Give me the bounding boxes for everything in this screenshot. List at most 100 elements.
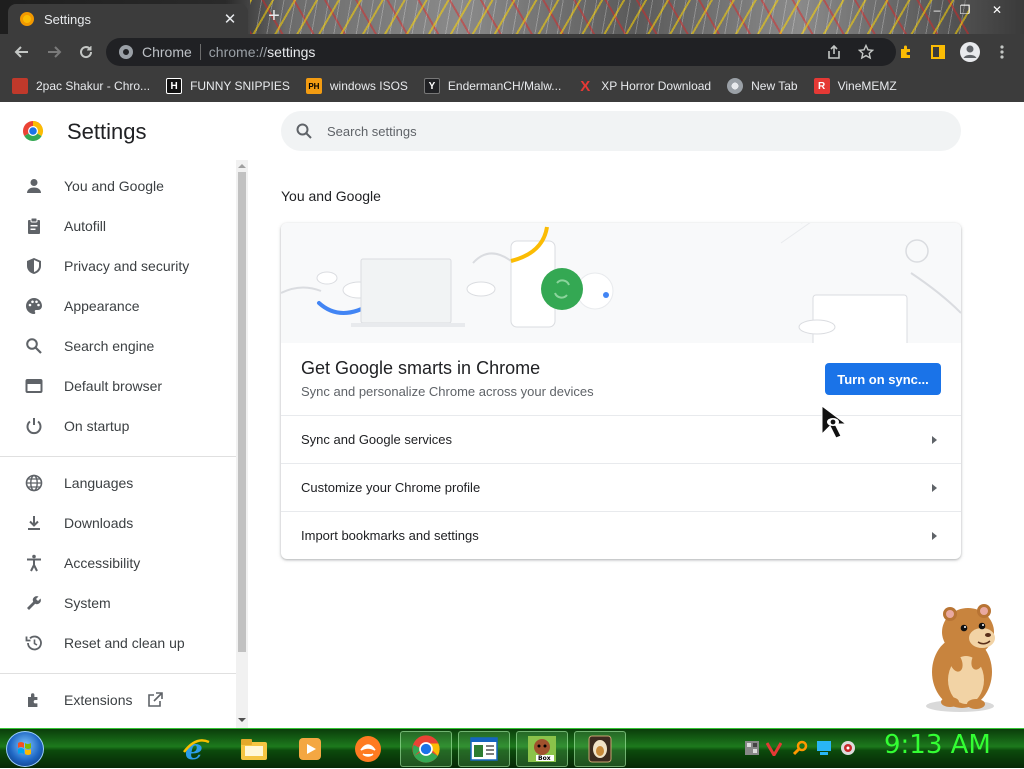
sidebar-scrollbar-thumb[interactable] — [238, 172, 246, 652]
browser-toolbar: Chrome chrome://settings — [0, 34, 1024, 70]
bookmark-xp-horror[interactable]: X XP Horror Download — [577, 77, 712, 95]
sidebar-item-languages[interactable]: Languages — [0, 463, 236, 503]
row-customize-profile[interactable]: Customize your Chrome profile — [281, 463, 961, 511]
taskbar-bonzi-box[interactable]: Box — [516, 731, 568, 767]
internet-explorer-icon: e — [183, 734, 210, 764]
maximize-button[interactable]: ❐ — [952, 2, 978, 18]
sidebar-item-downloads[interactable]: Downloads — [0, 503, 236, 543]
wrench-icon — [22, 591, 46, 615]
new-tab-button[interactable]: + — [262, 6, 286, 28]
star-icon[interactable] — [854, 40, 878, 64]
sidebar-item-extensions[interactable]: Extensions — [0, 680, 236, 720]
taskbar-media-player[interactable] — [284, 731, 336, 767]
bookmark-label: EndermanCH/Malw... — [447, 79, 562, 93]
chrome-logo-icon — [23, 121, 43, 141]
reload-icon[interactable] — [74, 40, 98, 64]
url-scheme: chrome:// — [208, 44, 268, 60]
sidebar-item-on-startup[interactable]: On startup — [0, 406, 236, 446]
page-title: Settings — [67, 119, 147, 144]
taskbar-egg-app[interactable] — [574, 731, 626, 767]
sidebar-item-label: Accessibility — [64, 555, 141, 571]
bookmark-windows-isos[interactable]: PH windows ISOS — [305, 78, 408, 94]
bookmark-new-tab[interactable]: New Tab — [727, 78, 798, 94]
windows-taskbar — [0, 728, 1024, 768]
sidebar-item-label: Languages — [64, 475, 134, 491]
browser-window-icon — [22, 374, 46, 398]
sidebar-item-you-and-google[interactable]: You and Google — [0, 166, 236, 206]
scroll-down-icon[interactable] — [237, 716, 247, 724]
bookmark-label: 2pac Shakur - Chro... — [36, 79, 151, 93]
volume-icon[interactable] — [840, 740, 856, 756]
sidebar-item-appearance[interactable]: Appearance — [0, 286, 236, 326]
bookmark-vinememz[interactable]: R VineMEMZ — [813, 78, 897, 94]
chevron-right-icon — [932, 435, 937, 444]
sidebar-item-label: You and Google — [64, 178, 164, 194]
taskbar-document-viewer[interactable] — [458, 731, 510, 767]
hamster-mascot-icon — [926, 604, 995, 712]
sidebar-item-label: Autofill — [64, 218, 107, 234]
taskbar-chrome[interactable] — [400, 731, 452, 767]
antivirus-v-icon[interactable] — [766, 740, 782, 756]
search-icon — [22, 334, 46, 358]
sidebar-item-reset-clean-up[interactable]: Reset and clean up — [0, 623, 236, 663]
sidebar-item-label: System — [64, 595, 111, 611]
bookmark-favicon-icon — [12, 78, 28, 94]
row-label: Customize your Chrome profile — [301, 480, 481, 495]
clipboard-icon — [22, 214, 46, 238]
sidebar-item-label: Default browser — [64, 378, 163, 394]
share-icon[interactable] — [822, 40, 846, 64]
forward-arrow-icon[interactable] — [42, 40, 66, 64]
settings-sidebar: You and Google Autofill Privacy and secu… — [0, 160, 236, 728]
taskbar-file-explorer[interactable] — [228, 731, 280, 767]
windows-logo-icon — [18, 742, 31, 755]
globe-icon — [22, 471, 46, 495]
search-input[interactable]: Search settings — [281, 111, 961, 151]
row-import-bookmarks[interactable]: Import bookmarks and settings — [281, 511, 961, 559]
turn-on-sync-button[interactable]: Turn on sync... — [825, 363, 941, 395]
sidebar-item-default-browser[interactable]: Default browser — [0, 366, 236, 406]
extensions-puzzle-icon[interactable] — [894, 40, 918, 64]
bookmark-favicon-icon: PH — [305, 78, 322, 94]
sidebar-item-autofill[interactable]: Autofill — [0, 206, 236, 246]
scroll-up-icon[interactable] — [237, 162, 247, 170]
tab-close-icon[interactable]: ✕ — [222, 10, 238, 28]
search-placeholder: Search settings — [327, 123, 417, 139]
close-window-button[interactable]: ✕ — [984, 2, 1010, 18]
taskbar-clock[interactable]: 9:13 AM — [884, 730, 991, 760]
bookmark-label: FUNNY SNIPPIES — [190, 79, 290, 93]
taskbar-internet-explorer[interactable]: e — [170, 731, 222, 767]
search-tray-icon[interactable] — [792, 740, 808, 756]
monitor-icon[interactable] — [816, 740, 832, 756]
sidebar-item-accessibility[interactable]: Accessibility — [0, 543, 236, 583]
more-vert-icon[interactable] — [990, 40, 1014, 64]
bookmark-favicon-icon: X — [580, 77, 591, 95]
sidebar-item-label: Privacy and security — [64, 258, 190, 274]
uc-browser-icon — [355, 736, 381, 762]
history-icon — [22, 631, 46, 655]
start-button[interactable] — [6, 731, 44, 767]
bookmarks-bar: 2pac Shakur - Chro... H FUNNY SNIPPIES P… — [0, 70, 1024, 102]
sidebar-item-privacy-security[interactable]: Privacy and security — [0, 246, 236, 286]
sidebar-item-system[interactable]: System — [0, 583, 236, 623]
side-panel-icon[interactable] — [926, 40, 950, 64]
tab-title: Settings — [44, 11, 91, 27]
open-in-new-icon — [146, 691, 164, 709]
bookmark-label: windows ISOS — [329, 79, 408, 93]
shield-icon — [22, 254, 46, 278]
egg-app-icon — [588, 735, 612, 763]
bookmark-label: New Tab — [751, 79, 798, 93]
tab-settings[interactable]: Settings ✕ — [8, 4, 248, 34]
bookmark-label: XP Horror Download — [601, 79, 712, 93]
back-arrow-icon[interactable] — [10, 40, 34, 64]
taskbar-uc-browser[interactable] — [342, 731, 394, 767]
profile-icon[interactable] — [958, 40, 982, 64]
bookmark-endermanch[interactable]: Y EndermanCH/Malw... — [423, 78, 562, 94]
minimize-button[interactable]: – — [924, 2, 950, 18]
row-sync-google-services[interactable]: Sync and Google services — [281, 415, 961, 463]
sidebar-item-search-engine[interactable]: Search engine — [0, 326, 236, 366]
address-bar[interactable]: Chrome chrome://settings — [106, 38, 896, 66]
bookmark-funny-snippies[interactable]: H FUNNY SNIPPIES — [166, 78, 290, 94]
bookmark-2pac[interactable]: 2pac Shakur - Chro... — [12, 78, 150, 94]
site-label: Chrome — [142, 44, 192, 60]
network-icon[interactable] — [744, 740, 760, 756]
